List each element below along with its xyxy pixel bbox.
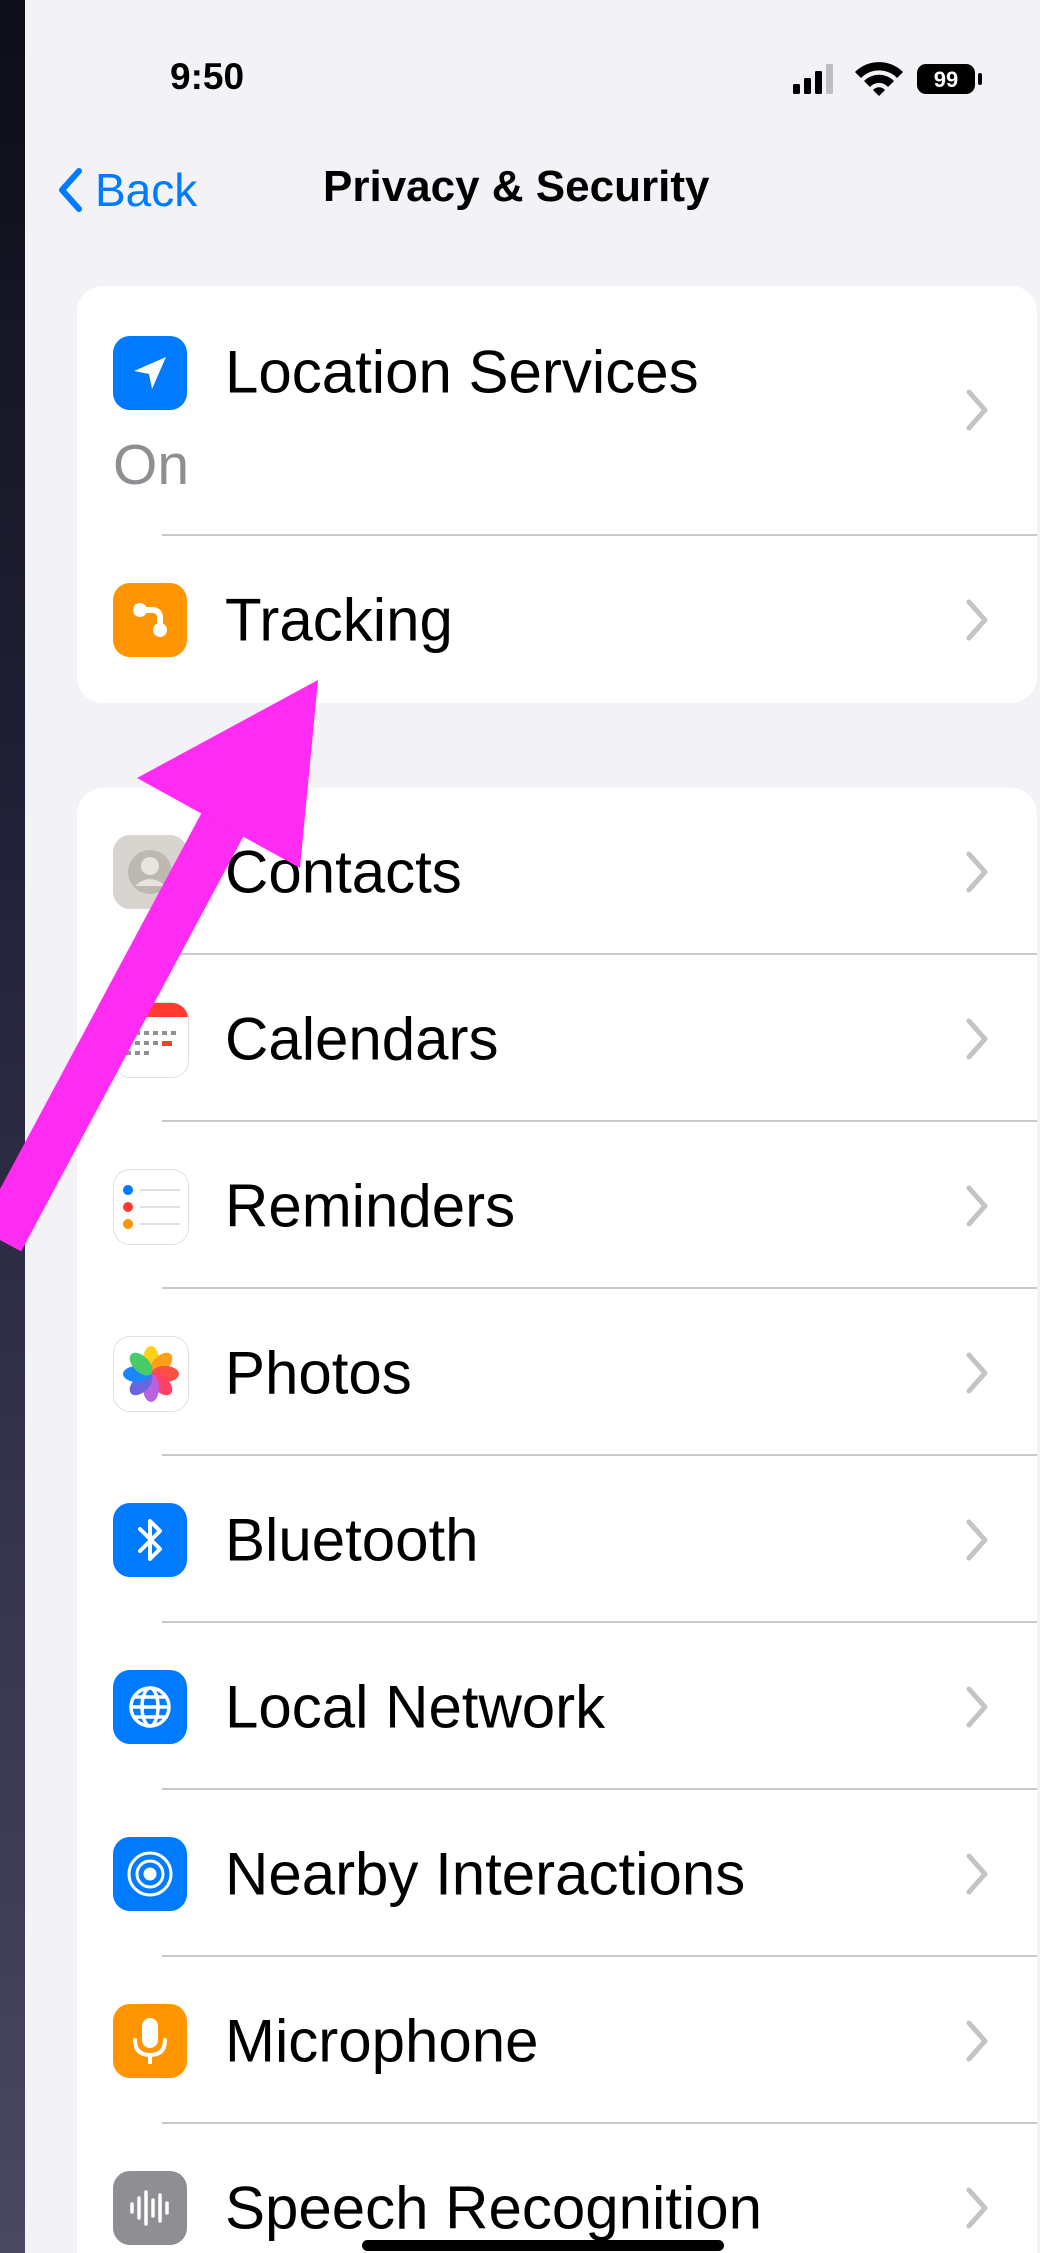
- row-tracking[interactable]: Tracking: [77, 536, 1037, 703]
- chevron-left-icon: [59, 168, 82, 212]
- chevron-right-icon: [966, 851, 988, 892]
- chevron-right-icon: [966, 599, 988, 640]
- wifi-icon: [855, 62, 903, 96]
- status-bar: 9:50 99: [25, 0, 1040, 140]
- location-arrow-icon: [113, 336, 187, 410]
- row-label: Nearby Interactions: [225, 1840, 746, 1907]
- cellular-signal-icon: [793, 64, 833, 94]
- back-label: Back: [95, 164, 198, 216]
- row-photos[interactable]: Photos: [77, 1289, 1037, 1456]
- row-contacts[interactable]: Contacts: [77, 788, 1037, 955]
- battery-level: 99: [934, 67, 958, 92]
- chevron-right-icon: [966, 2020, 988, 2061]
- calendar-icon: [113, 1001, 189, 1078]
- battery-icon: 99: [917, 64, 982, 94]
- bluetooth-icon: [113, 1502, 187, 1577]
- row-speech-recognition[interactable]: Speech Recognition: [77, 2124, 1037, 2253]
- row-local-network[interactable]: Local Network: [77, 1623, 1037, 1790]
- chevron-right-icon: [966, 1853, 988, 1894]
- chevron-right-icon: [966, 1519, 988, 1560]
- row-calendars[interactable]: Calendars: [77, 955, 1037, 1122]
- iphone-screen: 9:50 99 Back Privacy & Security Location…: [25, 0, 1040, 2253]
- chevron-right-icon: [966, 1018, 988, 1059]
- row-microphone[interactable]: Microphone: [77, 1957, 1037, 2124]
- settings-group-permissions: Contacts Calendars Reminders Photos Blue…: [77, 788, 1037, 2253]
- row-label: Reminders: [225, 1172, 516, 1239]
- chevron-right-icon: [966, 389, 988, 431]
- row-label: Microphone: [225, 2007, 539, 2074]
- row-nearby-interactions[interactable]: Nearby Interactions: [77, 1790, 1037, 1957]
- row-label: Tracking: [225, 586, 453, 653]
- waveform-icon: [113, 2170, 187, 2245]
- globe-icon: [113, 1669, 187, 1744]
- settings-group-location-tracking: Location Services On Tracking: [77, 286, 1037, 703]
- chevron-right-icon: [966, 1352, 988, 1393]
- back-button[interactable]: Back: [57, 160, 197, 220]
- home-indicator[interactable]: [362, 2240, 724, 2251]
- row-label: Calendars: [225, 1005, 499, 1072]
- row-label: Photos: [225, 1339, 412, 1406]
- reminders-icon: [113, 1168, 189, 1245]
- tracking-icon: [113, 582, 187, 657]
- row-bluetooth[interactable]: Bluetooth: [77, 1456, 1037, 1623]
- row-label: Contacts: [225, 838, 462, 905]
- row-reminders[interactable]: Reminders: [77, 1122, 1037, 1289]
- row-label: Speech Recognition: [225, 2174, 763, 2241]
- status-icons: 99: [793, 62, 982, 96]
- chevron-right-icon: [966, 1185, 988, 1226]
- page-title: Privacy & Security: [323, 162, 710, 211]
- photos-icon: [113, 1335, 189, 1412]
- row-label: Local Network: [225, 1673, 606, 1740]
- microphone-icon: [113, 2003, 187, 2078]
- nearby-icon: [113, 1836, 187, 1911]
- status-time: 9:50: [170, 56, 245, 97]
- navigation-bar: Back Privacy & Security: [25, 140, 1040, 240]
- chevron-right-icon: [966, 1686, 988, 1727]
- contacts-icon: [113, 834, 187, 909]
- chevron-right-icon: [966, 2187, 988, 2228]
- row-label: Location Services: [225, 338, 699, 406]
- row-location-services[interactable]: Location Services On: [77, 286, 1037, 536]
- row-sublabel: On: [113, 433, 190, 497]
- row-label: Bluetooth: [225, 1506, 479, 1573]
